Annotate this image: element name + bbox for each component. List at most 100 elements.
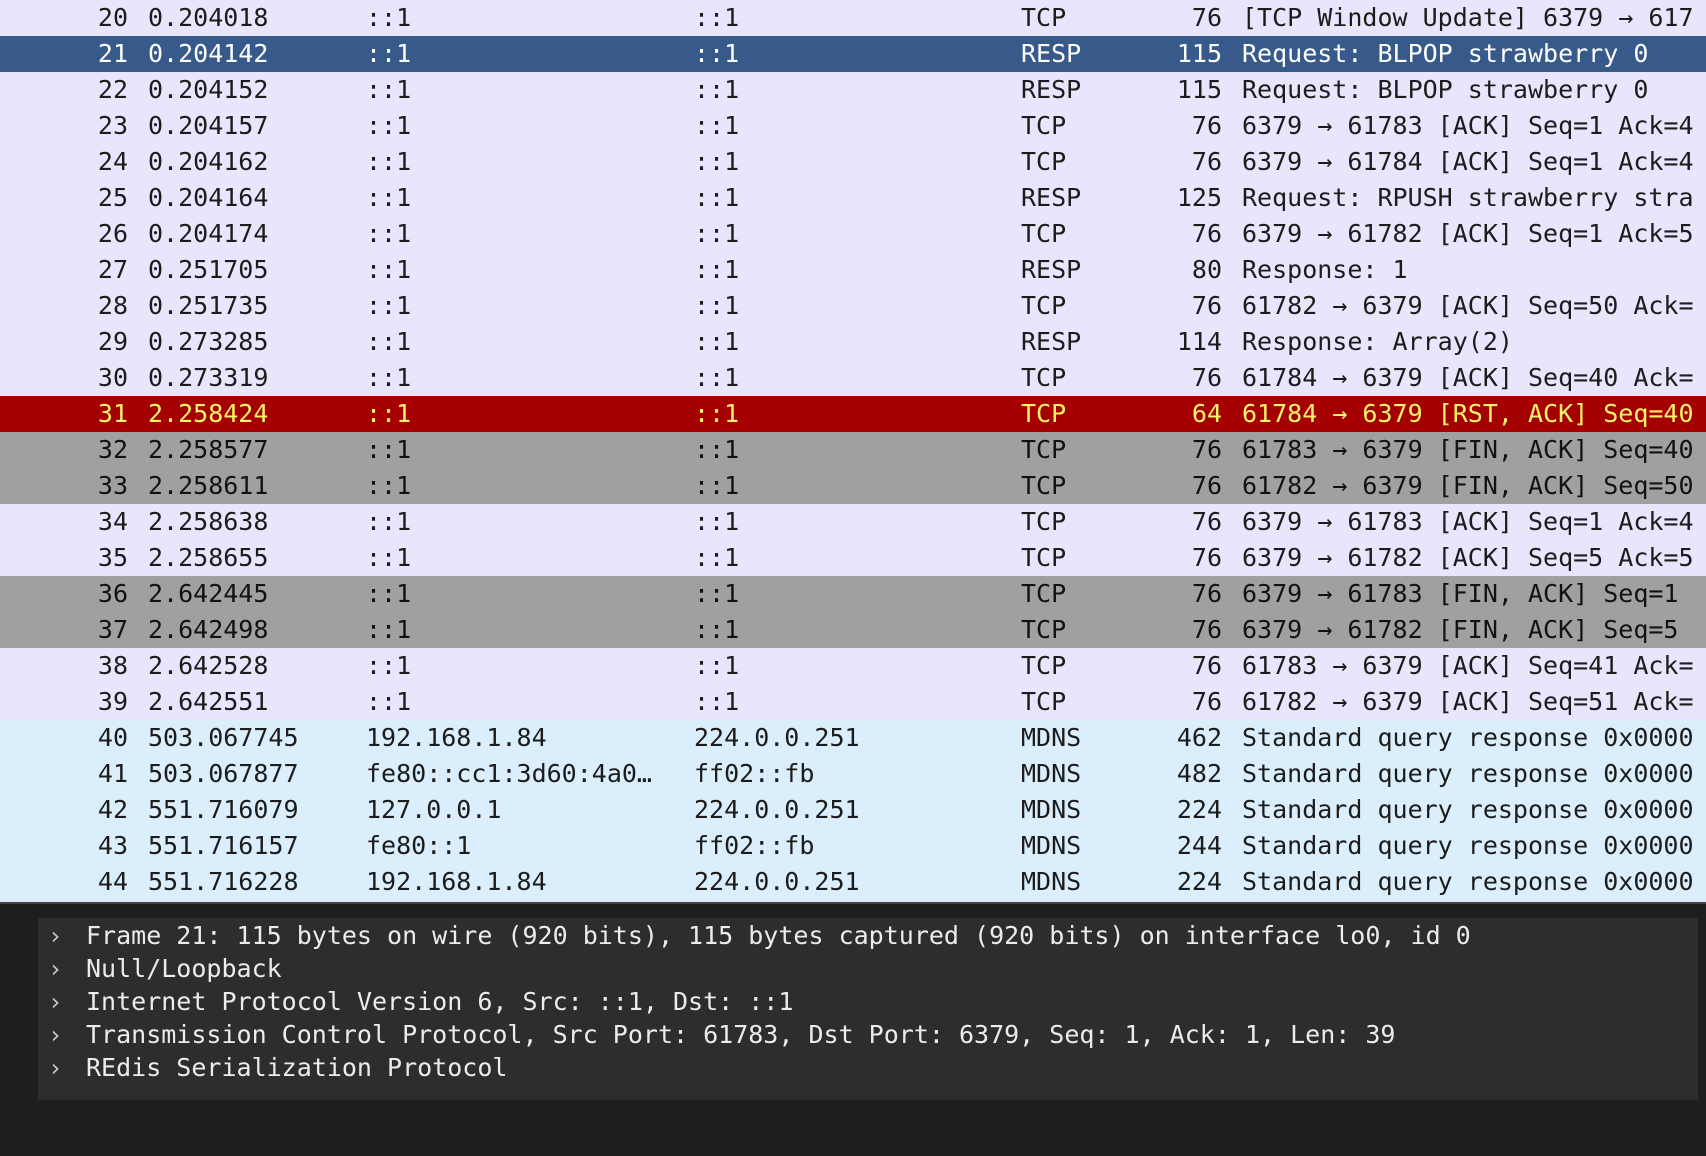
packet-info: [TCP Window Update] 6379 → 617 [1242, 3, 1694, 32]
packet-time: 2.258655 [148, 543, 269, 572]
packet-destination: ::1 [694, 615, 740, 644]
packet-time: 0.204018 [148, 3, 269, 32]
packet-length: 76 [1191, 363, 1222, 392]
packet-row[interactable]: 33 2.258611::1::1 TCP 76 61782 → 6379 [FIN, … [0, 468, 1706, 504]
packet-length: 76 [1191, 507, 1222, 536]
packet-row[interactable]: 42 551.716079 127.0.0.1 224.0.0.251 MDNS 224 S… [0, 792, 1706, 828]
packet-time: 2.642551 [148, 687, 269, 716]
packet-length: 76 [1191, 111, 1222, 140]
packet-length: 80 [1191, 255, 1222, 284]
packet-length: 482 [1176, 759, 1222, 788]
packet-row[interactable]: 34 2.258638::1::1 TCP 76 6379 → 61783 [ACK] … [0, 504, 1706, 540]
packet-time: 551.716228 [148, 867, 299, 896]
packet-row[interactable]: 36 2.642445::1::1 TCP 76 6379 → 61783 [FIN, … [0, 576, 1706, 612]
packet-row[interactable]: 38 2.642528::1::1 TCP 76 61783 → 6379 [ACK] … [0, 648, 1706, 684]
chevron-right-icon[interactable]: › [48, 918, 68, 954]
packet-time: 2.258638 [148, 507, 269, 536]
packet-row[interactable]: 29 0.273285::1::1 RESP 114 Response: Array(2… [0, 324, 1706, 360]
packet-length: 244 [1176, 831, 1222, 860]
packet-info: Response: 1 [1242, 255, 1408, 284]
packet-source: ::1 [366, 435, 412, 464]
packet-time: 0.251705 [148, 255, 269, 284]
packet-row[interactable]: 24 0.204162::1::1 TCP 76 6379 → 61784 [ACK] … [0, 144, 1706, 180]
packet-number: 28 [97, 291, 128, 320]
packet-info: 61782 → 6379 [ACK] Seq=51 Ack= [1242, 687, 1694, 716]
packet-destination: ::1 [694, 399, 740, 428]
packet-time: 503.067745 [148, 723, 299, 752]
packet-row[interactable]: 27 0.251705::1::1 RESP 80 Response: 1 [0, 252, 1706, 288]
packet-number: 22 [97, 75, 128, 104]
packet-info: Request: BLPOP strawberry 0 [1242, 39, 1649, 68]
packet-row[interactable]: 31 2.258424::1::1 TCP 64 61784 → 6379 [RST, … [0, 396, 1706, 432]
packet-time: 0.273285 [148, 327, 269, 356]
packet-row[interactable]: 41 503.067877 fe80::cc1:3d60:4a0… ff02::fb M… [0, 756, 1706, 792]
packet-length: 76 [1191, 471, 1222, 500]
packet-row[interactable]: 28 0.251735::1::1 TCP 76 61782 → 6379 [ACK] … [0, 288, 1706, 324]
packet-number: 34 [97, 507, 128, 536]
packet-row[interactable]: 23 0.204157::1::1 TCP 76 6379 → 61783 [ACK] … [0, 108, 1706, 144]
packet-number: 27 [97, 255, 128, 284]
packet-number: 43 [97, 831, 128, 860]
packet-destination: 224.0.0.251 [694, 723, 860, 752]
packet-row[interactable]: 44 551.716228 192.168.1.84 224.0.0.251 MDNS 2… [0, 864, 1706, 900]
packet-number: 33 [97, 471, 128, 500]
packet-destination: ::1 [694, 219, 740, 248]
packet-info: Standard query response 0x0000 [1242, 723, 1694, 752]
packet-source: 127.0.0.1 [366, 795, 502, 824]
packet-destination: ::1 [694, 687, 740, 716]
packet-destination: ff02::fb [694, 759, 815, 788]
packet-length: 224 [1176, 795, 1222, 824]
chevron-right-icon[interactable]: › [48, 951, 68, 987]
packet-row[interactable]: 40 503.067745 192.168.1.84 224.0.0.251 MDNS 4… [0, 720, 1706, 756]
packet-row[interactable]: 32 2.258577::1::1 TCP 76 61783 → 6379 [FIN, … [0, 432, 1706, 468]
packet-destination: ff02::fb [694, 831, 815, 860]
packet-row[interactable]: 25 0.204164::1::1 RESP 125 Request: RPUSH st… [0, 180, 1706, 216]
packet-time: 2.258611 [148, 471, 269, 500]
packet-destination: ::1 [694, 291, 740, 320]
packet-number: 25 [97, 183, 128, 212]
details-tree-label: Internet Protocol Version 6, Src: ::1, D… [86, 987, 794, 1016]
packet-row[interactable]: 20 0.204018::1::1 TCP 76 [TCP Window Update]… [0, 0, 1706, 36]
chevron-right-icon[interactable]: › [48, 1050, 68, 1086]
packet-number: 23 [97, 111, 128, 140]
packet-row[interactable]: 30 0.273319::1::1 TCP 76 61784 → 6379 [ACK] … [0, 360, 1706, 396]
chevron-right-icon[interactable]: › [48, 984, 68, 1020]
packet-destination: ::1 [694, 111, 740, 140]
details-tree-label: Frame 21: 115 bytes on wire (920 bits), … [86, 921, 1471, 950]
packet-row[interactable]: 35 2.258655::1::1 TCP 76 6379 → 61782 [ACK] … [0, 540, 1706, 576]
details-tree-label: REdis Serialization Protocol [86, 1053, 508, 1082]
packet-list[interactable]: 20 0.204018::1::1 TCP 76 [TCP Window Update]… [0, 0, 1706, 902]
packet-destination: ::1 [694, 435, 740, 464]
packet-destination: ::1 [694, 327, 740, 356]
packet-info: Response: Array(2) [1242, 327, 1513, 356]
packet-info: 6379 → 61782 [ACK] Seq=5 Ack=5 [1242, 543, 1694, 572]
packet-number: 24 [97, 147, 128, 176]
packet-source: ::1 [366, 255, 412, 284]
packet-row[interactable]: 26 0.204174::1::1 TCP 76 6379 → 61782 [ACK] … [0, 216, 1706, 252]
packet-number: 42 [97, 795, 128, 824]
packet-info: 61782 → 6379 [FIN, ACK] Seq=50 [1242, 471, 1694, 500]
packet-number: 30 [97, 363, 128, 392]
packet-length: 76 [1191, 615, 1222, 644]
packet-length: 462 [1176, 723, 1222, 752]
packet-source: ::1 [366, 147, 412, 176]
packet-info: 61784 → 6379 [ACK] Seq=40 Ack= [1242, 363, 1694, 392]
packet-destination: ::1 [694, 363, 740, 392]
packet-row[interactable]: 39 2.642551::1::1 TCP 76 61782 → 6379 [ACK] … [0, 684, 1706, 720]
packet-time: 2.642445 [148, 579, 269, 608]
packet-length: 115 [1176, 39, 1222, 68]
packet-row[interactable]: 37 2.642498::1::1 TCP 76 6379 → 61782 [FIN, … [0, 612, 1706, 648]
packet-row-selected[interactable]: 21 0.204142::1::1 RESP 115 Request: BLPOP st… [0, 36, 1706, 72]
packet-length: 76 [1191, 3, 1222, 32]
packet-row[interactable]: 22 0.204152::1::1 RESP 115 Request: BLPOP st… [0, 72, 1706, 108]
packet-info: 6379 → 61783 [ACK] Seq=1 Ack=4 [1242, 507, 1694, 536]
packet-time: 0.273319 [148, 363, 269, 392]
packet-info: 61783 → 6379 [ACK] Seq=41 Ack= [1242, 651, 1694, 680]
packet-number: 21 [97, 39, 128, 68]
chevron-right-icon[interactable]: › [48, 1017, 68, 1053]
packet-source: ::1 [366, 471, 412, 500]
packet-row[interactable]: 43 551.716157 fe80::1 ff02::fb MDNS 244 Standa… [0, 828, 1706, 864]
packet-number: 20 [97, 3, 128, 32]
packet-time: 0.204164 [148, 183, 269, 212]
details-tree-label: Null/Loopback [86, 954, 282, 983]
